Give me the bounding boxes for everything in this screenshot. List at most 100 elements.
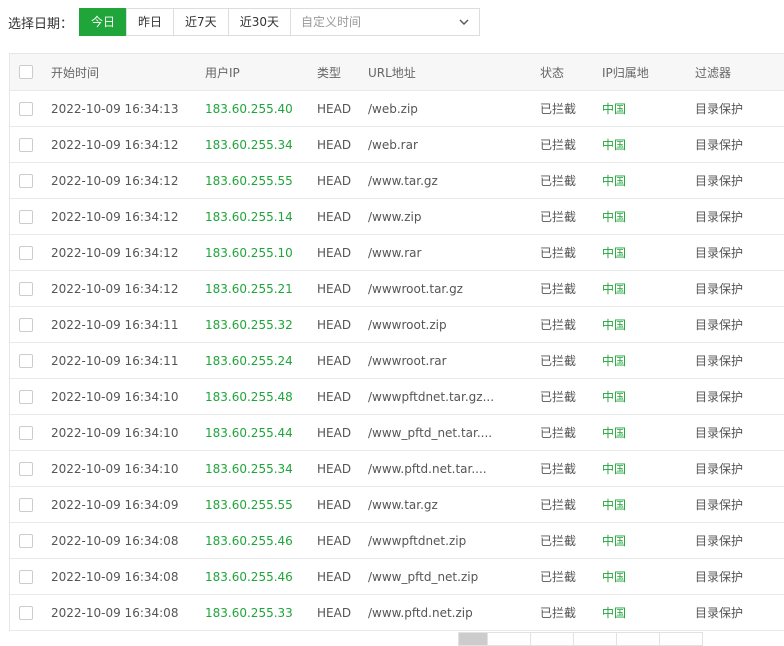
- pagination-current-page[interactable]: [458, 632, 488, 646]
- range-today-button[interactable]: 今日: [79, 8, 128, 36]
- cell-url: /wwwroot.tar.gz: [368, 281, 463, 296]
- row-checkbox[interactable]: [19, 245, 33, 260]
- cell-user-ip: 183.60.255.48: [205, 389, 293, 404]
- pagination-page[interactable]: [530, 632, 574, 646]
- cell-ip-location: 中国: [602, 246, 627, 260]
- cell-filter: 目录保护: [695, 354, 744, 368]
- table-row: 2022-10-09 16:34:10 183.60.255.34 HEAD/www…: [10, 451, 784, 487]
- table-row: 2022-10-09 16:34:12 183.60.255.14 HEAD/www…: [10, 199, 784, 235]
- cell-url: /www.zip: [368, 209, 422, 224]
- cell-ip-location: 中国: [602, 426, 627, 440]
- table-row: 2022-10-09 16:34:13 183.60.255.40 HEAD/web…: [10, 91, 784, 127]
- row-checkbox[interactable]: [19, 173, 33, 188]
- cell-url: /www_pftd_net.zip: [368, 569, 479, 584]
- cell-type: HEAD: [317, 497, 352, 512]
- cell-type: HEAD: [317, 317, 352, 332]
- cell-filter: 目录保护: [695, 174, 744, 188]
- row-checkbox[interactable]: [19, 605, 33, 620]
- table-body: 2022-10-09 16:34:13 183.60.255.40 HEAD/web…: [10, 91, 784, 631]
- row-select-cell: [10, 281, 51, 296]
- header-ip-location: IP归属地: [602, 65, 649, 80]
- cell-start-time: 2022-10-09 16:34:08: [51, 533, 179, 548]
- cell-url: /www.pftd.net.zip: [368, 605, 473, 620]
- date-filter-label: 选择日期：: [8, 16, 74, 32]
- table-row: 2022-10-09 16:34:10 183.60.255.44 HEAD/www…: [10, 415, 784, 451]
- row-checkbox[interactable]: [19, 569, 33, 584]
- cell-ip-location: 中国: [602, 498, 627, 512]
- cell-status: 已拦截: [540, 534, 577, 548]
- cell-filter: 目录保护: [695, 318, 744, 332]
- pagination-next[interactable]: [659, 632, 703, 646]
- pagination-page[interactable]: [616, 632, 660, 646]
- row-checkbox[interactable]: [19, 497, 33, 512]
- pagination-page[interactable]: [573, 632, 617, 646]
- cell-filter: 目录保护: [695, 606, 744, 620]
- table-row: 2022-10-09 16:34:11 183.60.255.32 HEAD/www…: [10, 307, 784, 343]
- range-yesterday-button[interactable]: 昨日: [126, 8, 175, 36]
- pagination-page[interactable]: [487, 632, 531, 646]
- table-row: 2022-10-09 16:34:12 183.60.255.55 HEAD/www…: [10, 163, 784, 199]
- row-checkbox[interactable]: [19, 317, 33, 332]
- cell-user-ip: 183.60.255.55: [205, 497, 293, 512]
- pagination: [458, 632, 703, 646]
- cell-status: 已拦截: [540, 282, 577, 296]
- header-filter: 过滤器: [695, 65, 732, 80]
- cell-type: HEAD: [317, 425, 352, 440]
- cell-type: HEAD: [317, 137, 352, 152]
- select-all-cell: [10, 65, 51, 79]
- custom-time-select[interactable]: 自定义时间: [289, 8, 480, 36]
- cell-type: HEAD: [317, 281, 352, 296]
- cell-status: 已拦截: [540, 174, 577, 188]
- table-row: 2022-10-09 16:34:08 183.60.255.46 HEAD/www…: [10, 523, 784, 559]
- row-checkbox[interactable]: [19, 425, 33, 440]
- row-select-cell: [10, 317, 51, 332]
- table-row: 2022-10-09 16:34:12 183.60.255.10 HEAD/www…: [10, 235, 784, 271]
- row-checkbox[interactable]: [19, 209, 33, 224]
- cell-url: /www.tar.gz: [368, 173, 438, 188]
- cell-type: HEAD: [317, 569, 352, 584]
- cell-type: HEAD: [317, 605, 352, 620]
- row-select-cell: [10, 497, 51, 512]
- row-checkbox[interactable]: [19, 281, 33, 296]
- row-checkbox[interactable]: [19, 389, 33, 404]
- row-checkbox[interactable]: [19, 461, 33, 476]
- table-row: 2022-10-09 16:34:09 183.60.255.55 HEAD/www…: [10, 487, 784, 523]
- header-type: 类型: [317, 65, 342, 80]
- cell-user-ip: 183.60.255.14: [205, 209, 293, 224]
- table-row: 2022-10-09 16:34:10 183.60.255.48 HEAD/www…: [10, 379, 784, 415]
- cell-status: 已拦截: [540, 498, 577, 512]
- cell-start-time: 2022-10-09 16:34:10: [51, 425, 179, 440]
- cell-filter: 目录保护: [695, 246, 744, 260]
- cell-url: /www_pftd_net.tar....: [368, 425, 493, 440]
- cell-start-time: 2022-10-09 16:34:10: [51, 461, 179, 476]
- cell-user-ip: 183.60.255.33: [205, 605, 293, 620]
- cell-start-time: 2022-10-09 16:34:13: [51, 101, 179, 116]
- range-30days-button[interactable]: 近30天: [227, 8, 291, 36]
- row-select-cell: [10, 209, 51, 224]
- cell-type: HEAD: [317, 353, 352, 368]
- row-checkbox[interactable]: [19, 101, 33, 116]
- cell-status: 已拦截: [540, 390, 577, 404]
- header-status: 状态: [540, 65, 565, 80]
- cell-status: 已拦截: [540, 354, 577, 368]
- row-checkbox[interactable]: [19, 137, 33, 152]
- cell-user-ip: 183.60.255.55: [205, 173, 293, 188]
- cell-ip-location: 中国: [602, 534, 627, 548]
- select-all-checkbox[interactable]: [19, 65, 33, 79]
- cell-url: /web.rar: [368, 137, 418, 152]
- cell-ip-location: 中国: [602, 570, 627, 584]
- cell-status: 已拦截: [540, 606, 577, 620]
- range-7days-button[interactable]: 近7天: [173, 8, 229, 36]
- cell-start-time: 2022-10-09 16:34:11: [51, 353, 179, 368]
- cell-status: 已拦截: [540, 246, 577, 260]
- row-checkbox[interactable]: [19, 533, 33, 548]
- row-checkbox[interactable]: [19, 353, 33, 368]
- cell-status: 已拦截: [540, 462, 577, 476]
- cell-start-time: 2022-10-09 16:34:09: [51, 497, 179, 512]
- cell-ip-location: 中国: [602, 318, 627, 332]
- cell-ip-location: 中国: [602, 102, 627, 116]
- cell-url: /wwwroot.zip: [368, 317, 447, 332]
- cell-status: 已拦截: [540, 210, 577, 224]
- cell-user-ip: 183.60.255.44: [205, 425, 293, 440]
- date-filter-bar: 选择日期： 今日 昨日 近7天 近30天 自定义时间: [8, 8, 480, 36]
